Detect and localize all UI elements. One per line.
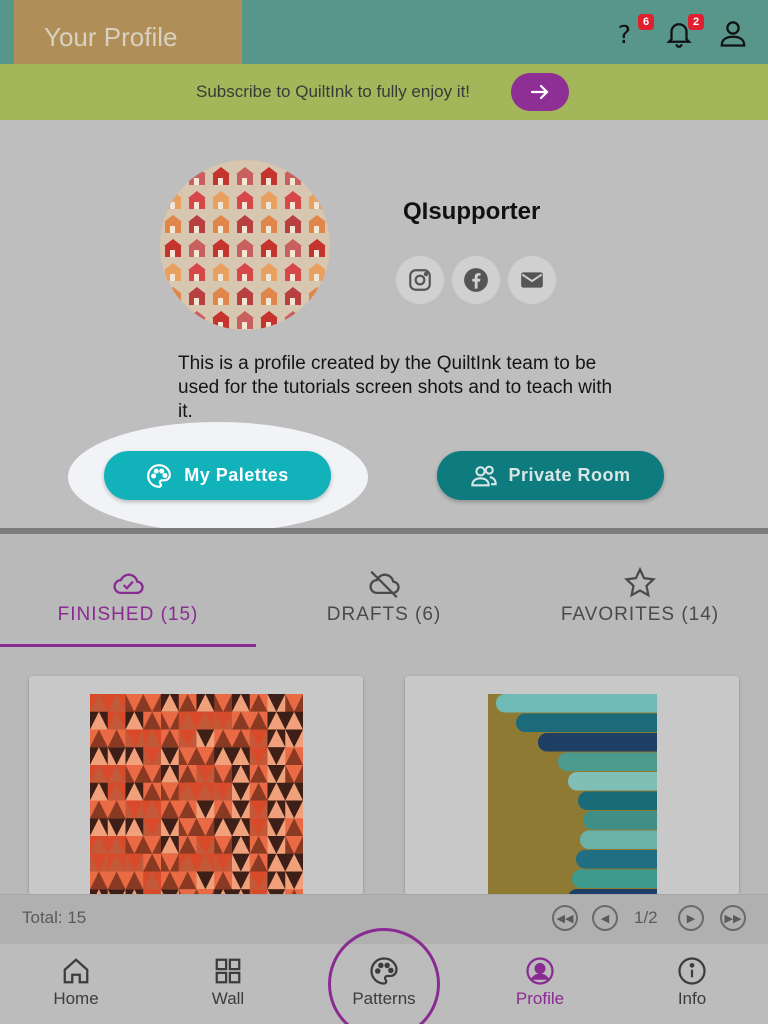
- notifications-button[interactable]: 2: [664, 14, 704, 48]
- nav-profile-label: Profile: [515, 989, 565, 1008]
- users-icon: [471, 465, 498, 486]
- tab-drafts[interactable]: DRAFTS (6): [256, 566, 512, 626]
- avatar[interactable]: [160, 160, 330, 330]
- prev-page-icon: ◀: [600, 912, 610, 925]
- help-badge: 6: [638, 14, 654, 30]
- last-page-button[interactable]: ▶▶: [720, 905, 746, 931]
- page-title: Your Profile: [44, 22, 178, 52]
- account-button[interactable]: [718, 18, 748, 48]
- my-palettes-button[interactable]: My Palettes: [104, 451, 331, 500]
- pattern-card[interactable]: [405, 676, 739, 906]
- username: QIsupporter: [403, 198, 541, 225]
- total-count: Total: 15: [22, 908, 87, 927]
- nav-wall[interactable]: Wall: [173, 956, 283, 1009]
- next-page-button[interactable]: ▶: [678, 905, 704, 931]
- page-indicator: 1/2: [634, 908, 658, 927]
- tab-finished[interactable]: FINISHED (15): [0, 566, 256, 626]
- nav-info[interactable]: Info: [637, 956, 747, 1009]
- prev-page-button[interactable]: ◀: [592, 905, 618, 931]
- nav-home[interactable]: Home: [21, 956, 131, 1009]
- active-tab-indicator: [0, 644, 256, 647]
- tab-favorites[interactable]: FAVORITES (14): [512, 566, 768, 626]
- mail-icon: [521, 272, 543, 288]
- subscribe-text: Subscribe to QuiltInk to fully enjoy it!: [196, 82, 471, 101]
- instagram-icon: [409, 269, 431, 291]
- tab-finished-label: FINISHED (15): [57, 604, 199, 625]
- home-icon: [63, 958, 89, 984]
- nav-profile[interactable]: Profile: [485, 956, 595, 1009]
- pattern-card[interactable]: [29, 676, 363, 906]
- last-page-icon: ▶▶: [724, 912, 742, 925]
- first-page-button[interactable]: ◀◀: [552, 905, 578, 931]
- grid-icon: [215, 958, 241, 984]
- pattern-thumbnail: [90, 694, 303, 906]
- first-page-icon: ◀◀: [556, 912, 574, 925]
- profile-icon: [526, 957, 554, 985]
- profile-bio: This is a profile created by the QuiltIn…: [178, 353, 613, 422]
- cloud-check-icon: [113, 573, 144, 595]
- nav-info-label: Info: [677, 989, 707, 1008]
- palette-icon: [147, 463, 172, 488]
- info-icon: [678, 957, 706, 985]
- facebook-icon: [464, 268, 488, 292]
- cloud-off-icon: [369, 570, 400, 598]
- nav-wall-label: Wall: [211, 989, 245, 1008]
- svg-text:?: ?: [618, 20, 631, 48]
- email-button[interactable]: [508, 256, 556, 304]
- tab-favorites-label: FAVORITES (14): [560, 604, 720, 625]
- tab-drafts-label: DRAFTS (6): [326, 604, 442, 625]
- nav-home-label: Home: [53, 989, 99, 1008]
- avatar-quilt-image: [160, 160, 330, 330]
- pattern-thumbnail: [488, 694, 657, 906]
- private-room-button[interactable]: Private Room: [437, 451, 664, 500]
- instagram-button[interactable]: [396, 256, 444, 304]
- arrow-right-icon: [530, 84, 549, 100]
- private-room-label: Private Room: [508, 465, 631, 485]
- next-page-icon: ▶: [686, 912, 696, 925]
- notifications-badge: 2: [688, 14, 704, 30]
- facebook-button[interactable]: [452, 256, 500, 304]
- subscribe-button[interactable]: [511, 73, 569, 111]
- user-icon: [720, 21, 746, 47]
- help-button[interactable]: ? 6: [614, 14, 654, 49]
- my-palettes-label: My Palettes: [184, 465, 289, 485]
- star-icon: [623, 566, 657, 598]
